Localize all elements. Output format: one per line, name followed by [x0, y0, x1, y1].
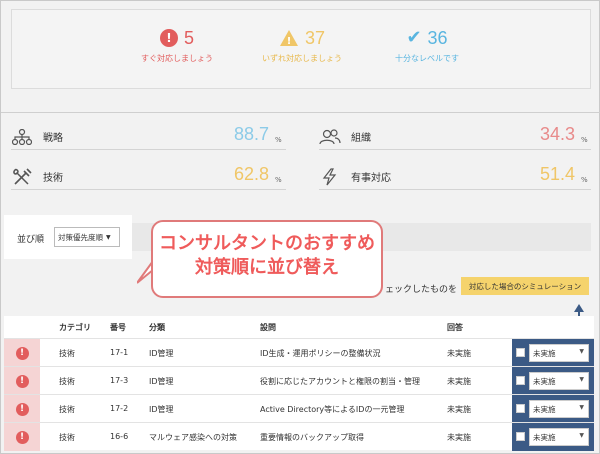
row-status-value: 未実施 — [533, 348, 556, 358]
chevron-down-icon: ▼ — [579, 404, 584, 411]
warning-triangle-icon: ! — [279, 29, 299, 47]
table-row[interactable]: ! 技術 16-6 マルウェア感染への対策 重要情報のバックアップ取得 未実施 … — [4, 422, 594, 451]
callout-line1: コンサルタントのおすすめ — [159, 233, 375, 254]
metric-organization-unit: % — [581, 136, 588, 144]
table-row[interactable]: ! 技術 17-1 ID管理 ID生成・運用ポリシーの整備状況 未実施 未実施 … — [4, 338, 594, 367]
exclamation-circle-icon: ! — [15, 430, 29, 444]
metric-organization: 組織 — [319, 123, 371, 147]
metric-line — [319, 149, 591, 150]
row-number: 17-1 — [110, 348, 129, 357]
metric-incident: 有事対応 — [319, 163, 391, 187]
row-answer: 未実施 — [447, 377, 471, 386]
callout-line2: 対策順に並び替え — [195, 257, 339, 278]
metric-technology-label: 技術 — [43, 173, 63, 184]
urgent-count: 5 — [183, 27, 194, 48]
simulation-button[interactable]: 対応した場合のシミュレーション — [461, 277, 589, 295]
row-status-value: 未実施 — [533, 376, 556, 386]
metric-incident-label: 有事対応 — [351, 173, 391, 184]
row-number: 17-2 — [110, 404, 129, 413]
metric-line — [11, 149, 286, 150]
exclamation-circle-icon: ! — [15, 374, 29, 388]
metric-technology: 技術 — [11, 163, 63, 187]
metric-technology-value: 62.8 — [233, 164, 269, 184]
row-answer: 未実施 — [447, 433, 471, 442]
table-row[interactable]: ! 技術 17-2 ID管理 Active Directory等によるIDの一元… — [4, 394, 594, 423]
row-status-select[interactable]: 未実施 ▼ — [529, 400, 589, 418]
chevron-down-icon: ▼ — [579, 348, 584, 355]
summary-ok[interactable]: ✔ 36 十分なレベルです — [372, 26, 482, 64]
row-category: 技術 — [59, 377, 75, 386]
row-question: ID生成・運用ポリシーの整備状況 — [260, 349, 381, 358]
header-question: 設問 — [260, 323, 276, 332]
row-classification: ID管理 — [149, 405, 174, 414]
row-question: Active Directory等によるIDの一元管理 — [260, 405, 405, 414]
row-category: 技術 — [59, 405, 75, 414]
row-status-value: 未実施 — [533, 404, 556, 414]
recommendation-callout: コンサルタントのおすすめ 対策順に並び替え — [151, 220, 383, 298]
metric-strategy-unit: % — [275, 136, 282, 144]
metric-organization-label: 組織 — [351, 133, 371, 144]
summary-urgent[interactable]: ! 5 すぐ対応しましょう — [122, 26, 232, 64]
metric-strategy-label: 戦略 — [43, 133, 63, 144]
header-number: 番号 — [110, 323, 126, 332]
later-count: 37 — [304, 27, 326, 48]
exclamation-circle-icon: ! — [15, 402, 29, 416]
metric-strategy-value: 88.7 — [233, 124, 269, 144]
chevron-down-icon: ▼ — [579, 376, 584, 383]
summary-panel: ! 5 すぐ対応しましょう ! 37 いずれ対応しましょう ✔ 36 十分なレベ… — [11, 9, 591, 89]
row-checkbox[interactable] — [516, 348, 525, 357]
table-header: カテゴリ 番号 分類 設問 回答 — [4, 316, 594, 338]
sort-select[interactable]: 対策優先度順 ▼ — [54, 227, 120, 247]
row-number: 16-6 — [110, 432, 129, 441]
metric-organization-value: 34.3 — [539, 124, 575, 144]
row-classification: ID管理 — [149, 377, 174, 386]
metric-incident-unit: % — [581, 176, 588, 184]
row-question: 重要情報のバックアップ取得 — [260, 433, 364, 442]
row-status-select[interactable]: 未実施 ▼ — [529, 428, 589, 446]
divider — [1, 112, 600, 113]
svg-text:!: ! — [287, 36, 292, 47]
check-icon: ✔ — [406, 27, 422, 48]
row-answer: 未実施 — [447, 405, 471, 414]
summary-later[interactable]: ! 37 いずれ対応しましょう — [247, 26, 357, 64]
metric-line — [319, 189, 591, 190]
exclamation-circle-icon: ! — [159, 29, 178, 47]
ok-count: 36 — [427, 27, 448, 48]
row-status-select[interactable]: 未実施 ▼ — [529, 372, 589, 390]
row-checkbox[interactable] — [516, 404, 525, 413]
hierarchy-icon — [11, 127, 33, 147]
header-answer: 回答 — [447, 323, 463, 332]
row-checkbox[interactable] — [516, 376, 525, 385]
row-status-select[interactable]: 未実施 ▼ — [529, 344, 589, 362]
exclamation-circle-icon: ! — [15, 346, 29, 360]
sort-selected-value: 対策優先度順 — [58, 232, 103, 242]
ok-label: 十分なレベルです — [395, 54, 459, 63]
row-number: 17-3 — [110, 376, 129, 385]
sort-label: 並び順 — [17, 235, 45, 245]
metric-incident-value: 51.4 — [539, 164, 575, 184]
header-category: カテゴリ — [59, 323, 91, 332]
row-classification: マルウェア感染への対策 — [149, 433, 237, 442]
people-icon — [319, 127, 341, 147]
later-label: いずれ対応しましょう — [262, 54, 342, 63]
row-status-value: 未実施 — [533, 432, 556, 442]
metric-strategy: 戦略 — [11, 123, 63, 147]
metric-line — [11, 189, 286, 190]
table-row[interactable]: ! 技術 17-3 ID管理 役割に応じたアカウントと権限の割当・管理 未実施 … — [4, 366, 594, 395]
row-category: 技術 — [59, 433, 75, 442]
chevron-down-icon: ▼ — [579, 432, 584, 439]
row-checkbox[interactable] — [516, 432, 525, 441]
header-classification: 分類 — [149, 323, 165, 332]
row-category: 技術 — [59, 349, 75, 358]
tools-icon — [11, 167, 33, 187]
chevron-down-icon: ▼ — [106, 233, 111, 241]
metric-technology-unit: % — [275, 176, 282, 184]
row-answer: 未実施 — [447, 349, 471, 358]
row-question: 役割に応じたアカウントと権限の割当・管理 — [260, 377, 420, 386]
urgent-label: すぐ対応しましょう — [141, 54, 213, 63]
row-classification: ID管理 — [149, 349, 174, 358]
simulation-instruction: ェックしたものを — [385, 285, 458, 295]
sort-box: 並び順 対策優先度順 ▼ — [4, 215, 132, 259]
lightning-icon — [319, 167, 341, 187]
